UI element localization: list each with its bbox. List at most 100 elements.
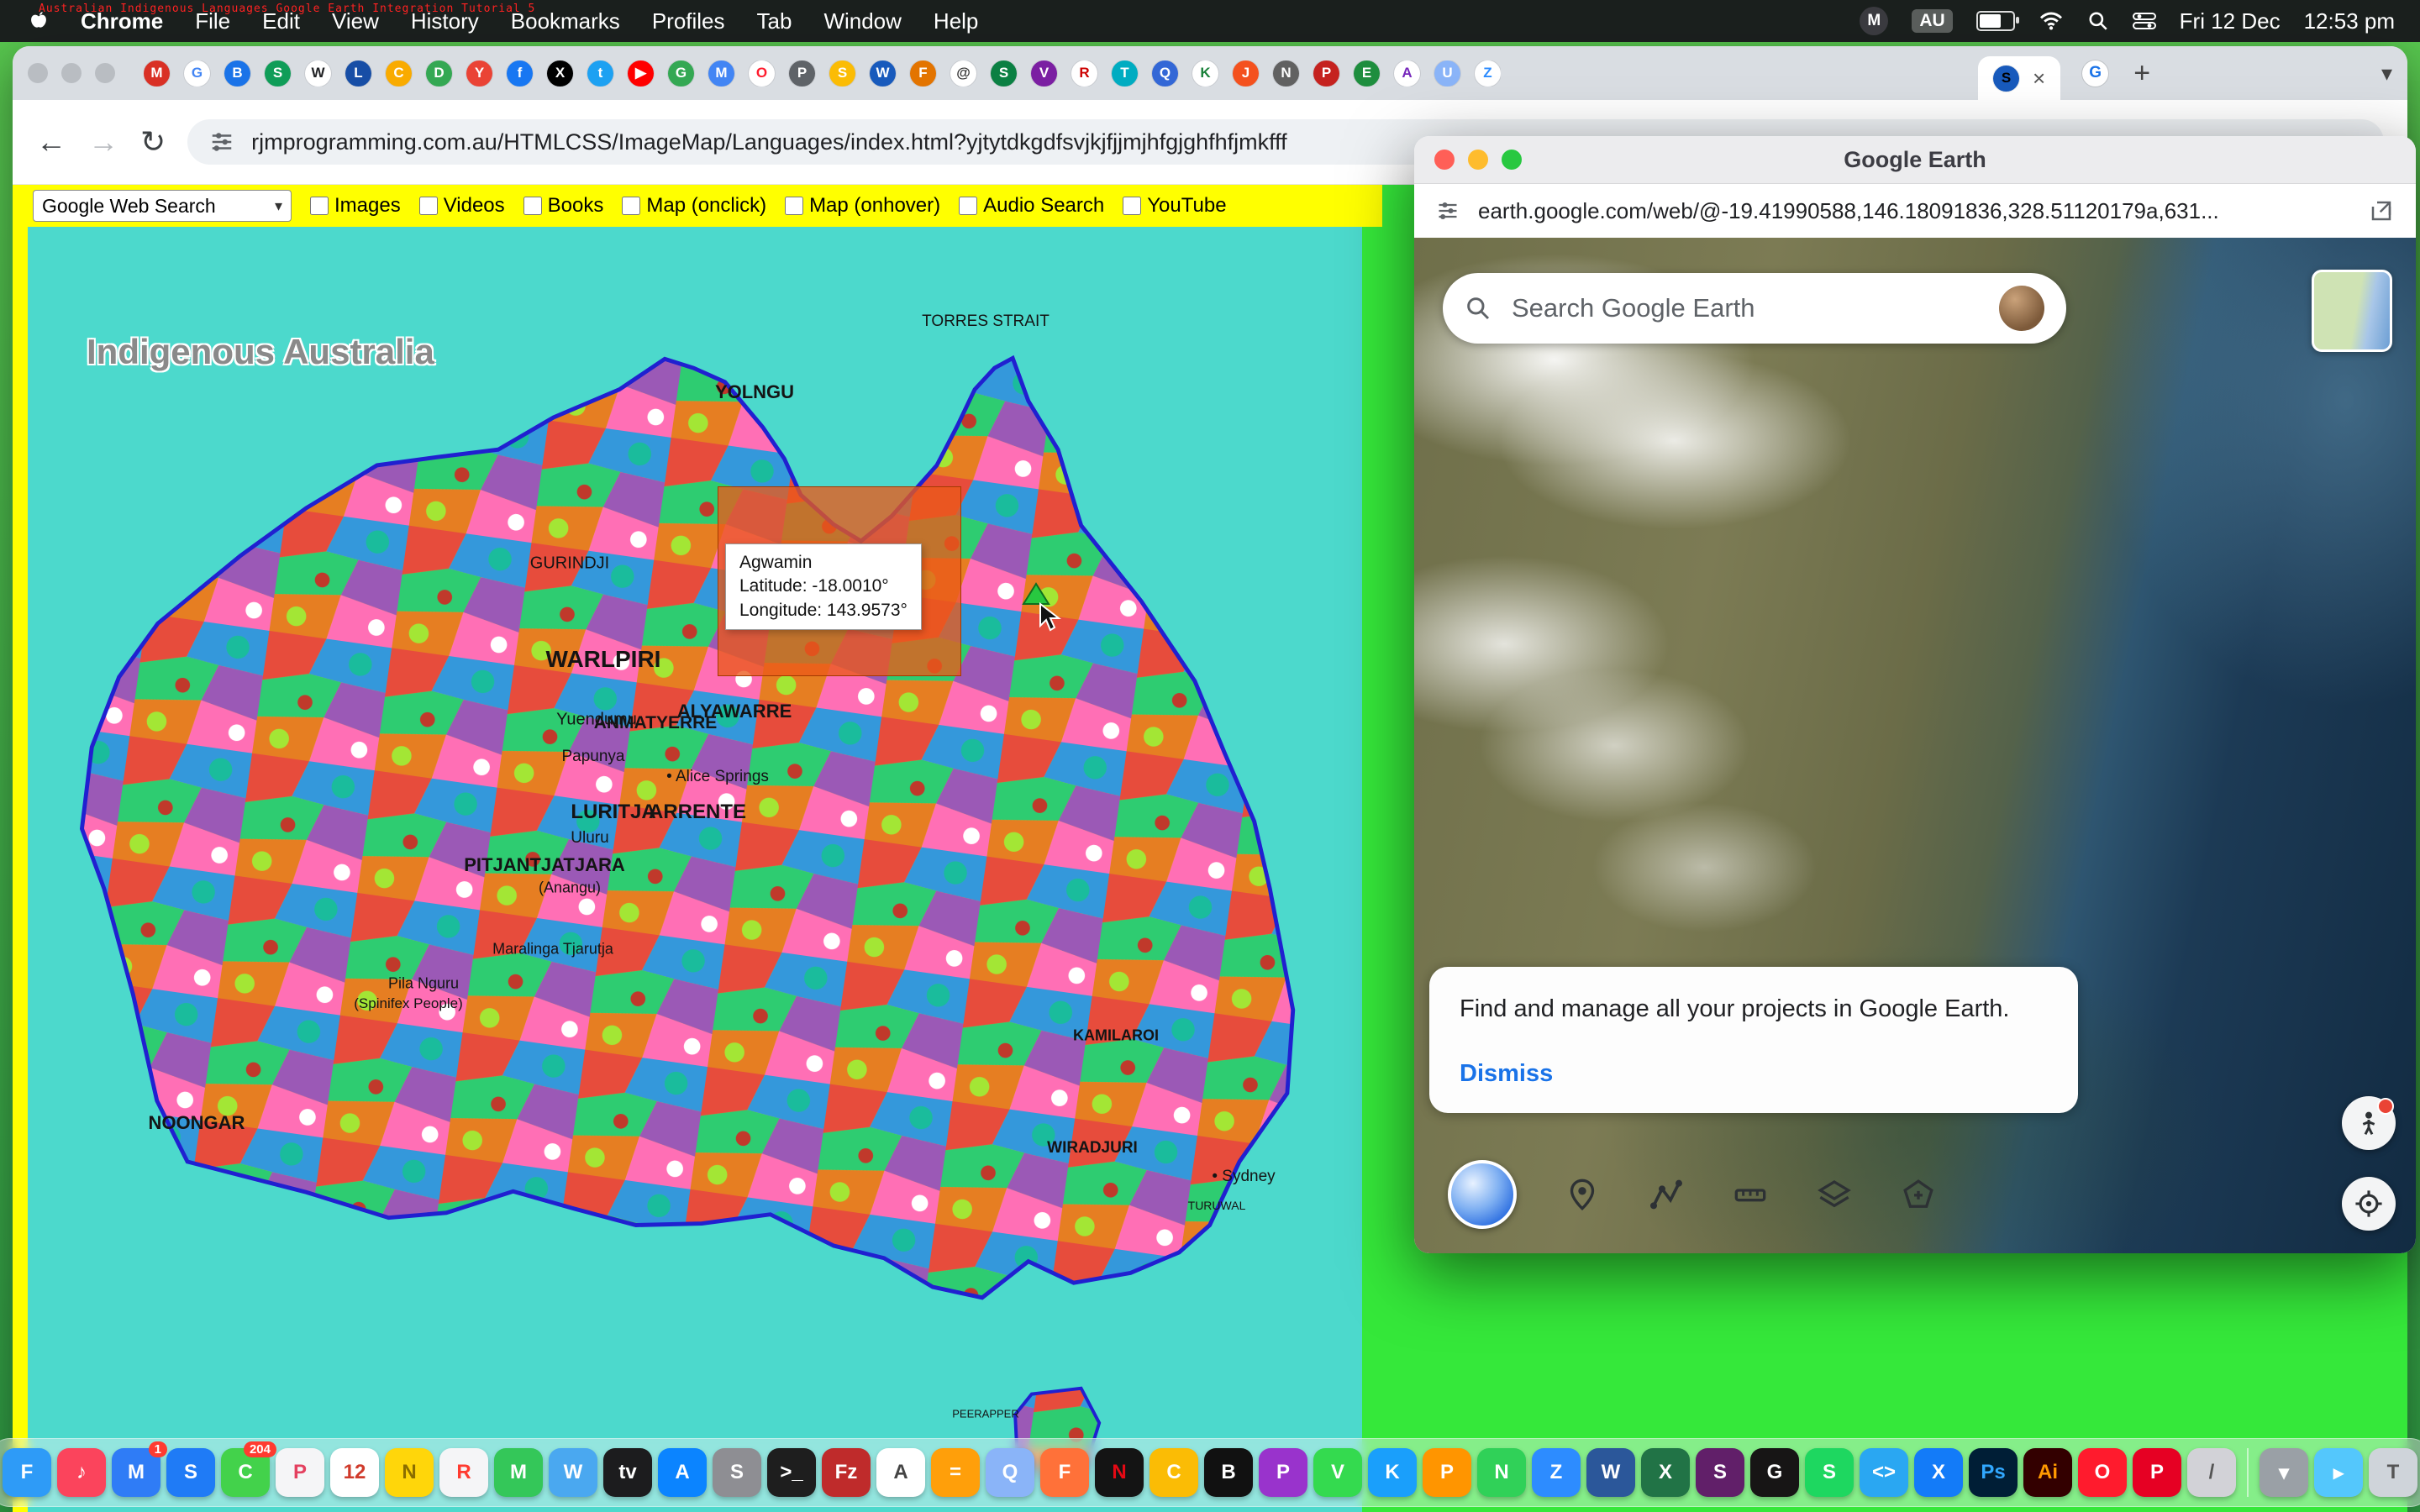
control-center-icon[interactable] [2133,11,2156,31]
dock-icon-maps[interactable]: M [494,1448,543,1497]
spotlight-search-icon[interactable] [2087,10,2109,32]
checkbox-videos[interactable]: Videos [419,194,505,218]
tab-favicon[interactable]: X [547,60,573,87]
tab-favicon[interactable]: M [144,60,170,87]
menu-item-window[interactable]: Window [823,8,901,34]
dock-icon-keynote[interactable]: K [1368,1448,1417,1497]
australia-map[interactable] [59,340,1362,1512]
earth-url-bar[interactable]: earth.google.com/web/@-19.41990588,146.1… [1414,184,2416,239]
dock-icon-preview[interactable]: Q [986,1448,1034,1497]
menu-time[interactable]: 12:53 pm [2304,8,2395,34]
layers-icon[interactable] [1816,1176,1853,1213]
dock-icon-chrome[interactable]: C [1150,1448,1198,1497]
close-tab-icon[interactable]: × [2033,66,2045,92]
dock-icon-facetime[interactable]: V [1313,1448,1362,1497]
pegman-button[interactable] [2342,1096,2396,1150]
tab-favicon[interactable]: R [1071,60,1097,87]
dock-icon-spotify[interactable]: S [1805,1448,1854,1497]
dock-icon-safari[interactable]: S [166,1448,215,1497]
dock-icon-firefox[interactable]: F [1040,1448,1089,1497]
forward-button[interactable]: → [88,124,118,160]
dock-icon-weather[interactable]: W [549,1448,597,1497]
tab-favicon[interactable]: O [749,60,775,87]
checkbox-map-onhover-[interactable]: Map (onhover) [785,194,940,218]
checkbox-youtube[interactable]: YouTube [1123,194,1226,218]
dock-icon-bold-app[interactable]: B [1204,1448,1253,1497]
tab-favicon[interactable]: t [587,60,613,87]
input-source-badge[interactable]: AU [1912,9,1952,33]
tab-favicon[interactable]: S [991,60,1017,87]
dock-icon-reminders[interactable]: R [439,1448,488,1497]
tab-favicon[interactable]: W [870,60,896,87]
map-area[interactable]: Indigenous Australia [28,227,1362,1512]
dock-icon-zoom[interactable]: Z [1532,1448,1581,1497]
dock-icon-excel[interactable]: X [1641,1448,1690,1497]
checkbox-images-input[interactable] [310,197,329,215]
dock-icon-messages[interactable]: C204 [221,1448,270,1497]
reload-button[interactable]: ↻ [140,124,166,160]
menu-date[interactable]: Fri 12 Dec [2180,8,2281,34]
dismiss-button[interactable]: Dismiss [1460,1060,1553,1088]
google-tab[interactable]: G [2082,60,2108,87]
placemark-pin-icon[interactable] [1564,1176,1601,1213]
minimize-window-button[interactable] [61,63,82,83]
dock-icon-downloads[interactable]: ▾ [2260,1448,2308,1497]
dock-icon-tv[interactable]: tv [603,1448,652,1497]
tab-favicon[interactable]: C [386,60,412,87]
open-in-browser-icon[interactable] [2369,198,2394,223]
dock-icon-illustrator[interactable]: Ai [2023,1448,2072,1497]
tab-favicon[interactable]: D [426,60,452,87]
checkbox-map-onhover--input[interactable] [785,197,803,215]
dock-icon-pinterest[interactable]: P [2133,1448,2181,1497]
map-style-button[interactable] [1448,1160,1517,1229]
dock-icon-photoshop[interactable]: Ps [1969,1448,2018,1497]
zoom-window-button[interactable] [95,63,115,83]
dock-icon-appstore[interactable]: A [658,1448,707,1497]
checkbox-videos-input[interactable] [419,197,438,215]
tab-favicon[interactable]: U [1434,60,1460,87]
menu-item-profiles[interactable]: Profiles [652,8,725,34]
checkbox-audio-search-input[interactable] [959,197,977,215]
earth-title-bar[interactable]: Google Earth [1414,136,2416,184]
tab-favicon[interactable]: K [1192,60,1218,87]
tab-favicon[interactable]: ▶ [628,60,654,87]
checkbox-map-onclick--input[interactable] [622,197,640,215]
dock-icon-settings[interactable]: S [713,1448,761,1497]
tab-favicon[interactable]: L [345,60,371,87]
tab-favicon[interactable]: F [910,60,936,87]
tab-favicon[interactable]: W [305,60,331,87]
tab-favicon[interactable]: J [1233,60,1259,87]
dock-icon-filezilla[interactable]: Fz [822,1448,871,1497]
dock-icon-folder[interactable]: ▸ [2314,1448,2363,1497]
dock-icon-terminal[interactable]: >_ [767,1448,816,1497]
tab-favicon[interactable]: G [668,60,694,87]
tab-favicon[interactable]: S [829,60,855,87]
checkbox-images[interactable]: Images [310,194,401,218]
measure-ruler-icon[interactable] [1732,1176,1769,1213]
tab-favicon[interactable]: Y [466,60,492,87]
tab-favicon[interactable]: Q [1152,60,1178,87]
dock-icon-music[interactable]: ♪ [57,1448,106,1497]
checkbox-audio-search[interactable]: Audio Search [959,194,1104,218]
dock-icon-word[interactable]: W [1586,1448,1635,1497]
checkbox-youtube-input[interactable] [1123,197,1141,215]
status-app-icon[interactable]: M [1860,7,1888,35]
active-tab[interactable]: S × [1978,56,2060,100]
wifi-icon[interactable] [2039,11,2064,31]
new-tab-button[interactable]: + [2133,57,2150,90]
dock-icon-github[interactable]: G [1750,1448,1799,1497]
polygon-tools-icon[interactable] [1900,1176,1937,1213]
dock-icon-photos[interactable]: P [276,1448,324,1497]
dock-icon-mail[interactable]: M1 [112,1448,160,1497]
menu-item-help[interactable]: Help [934,8,978,34]
dock-icon-xcode[interactable]: X [1914,1448,1963,1497]
tab-favicon[interactable]: f [507,60,533,87]
dock-icon-slack[interactable]: S [1696,1448,1744,1497]
back-button[interactable]: ← [36,124,66,160]
url-text[interactable]: rjmprogramming.com.au/HTMLCSS/ImageMap/L… [251,129,1287,155]
path-tool-icon[interactable] [1648,1176,1685,1213]
dock-icon-paint[interactable]: / [2187,1448,2236,1497]
tab-favicon[interactable]: S [265,60,291,87]
dock-icon-vscode[interactable]: <> [1860,1448,1908,1497]
tab-favicon[interactable]: M [708,60,734,87]
